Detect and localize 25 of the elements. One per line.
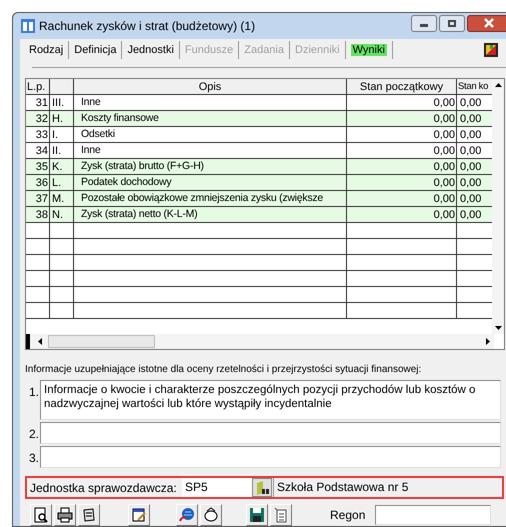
table-cell: N.	[50, 207, 74, 223]
regon-label: Regon	[330, 507, 366, 524]
table-cell: 38	[26, 207, 50, 223]
tab[interactable]: Jednostki	[122, 41, 180, 59]
unit-label: Jednostka sprawozdawcza:	[30, 480, 178, 496]
unit-code-field[interactable]: SP5	[182, 478, 252, 497]
table-row[interactable]: 31 III. Inne 0,00 0,00	[26, 95, 494, 111]
tab[interactable]: Definicja	[69, 41, 122, 59]
table-row[interactable]: 37 M. Pozostałe obowiązkowe zmniejszenia zysku (zwiększe 0,00 0,00	[26, 191, 494, 207]
window-title: Rachunek zysków i strat (budżetowy) (1)	[39, 18, 256, 35]
item-number: 2.	[28, 426, 39, 443]
table-row[interactable]: 36 L. Podatek dochodowy 0,00 0,00	[26, 175, 494, 191]
table-row[interactable]: 34 II. Inne 0,00 0,00	[26, 143, 494, 159]
tab[interactable]: Rodzaj	[24, 41, 70, 59]
table-cell: 0,00	[347, 207, 457, 223]
info-field[interactable]: Informacje o kwocie i charakterze poszczególnych pozycji przychodów lub kosztów o nadzwyczajnej wartości lub które wystąpiły incydentalnie	[40, 380, 501, 420]
table-cell: Zysk (strata) netto (K-L-M)	[74, 207, 347, 223]
table-row[interactable]: 38 N. Zysk (strata) netto (K-L-M) 0,00 0,00	[26, 207, 494, 223]
table-row[interactable]: 35 K. Zysk (strata) brutto (F+G-H) 0,00 0,00	[26, 159, 494, 175]
unit-name-field: Szkoła Podstawowa nr 5	[273, 478, 502, 497]
table-row[interactable]: 33 I. Odsetki 0,00 0,00	[26, 127, 494, 143]
table-row[interactable]: 32 H. Koszty finansowe 0,00 0,00	[26, 111, 494, 127]
item-number: 3.	[28, 450, 39, 467]
item-number: 1.	[28, 384, 39, 401]
info-heading: Informacje uzupełniające istotne dla oceny rzetelności i przejrzystości sytuacji finansowej:	[25, 364, 422, 375]
